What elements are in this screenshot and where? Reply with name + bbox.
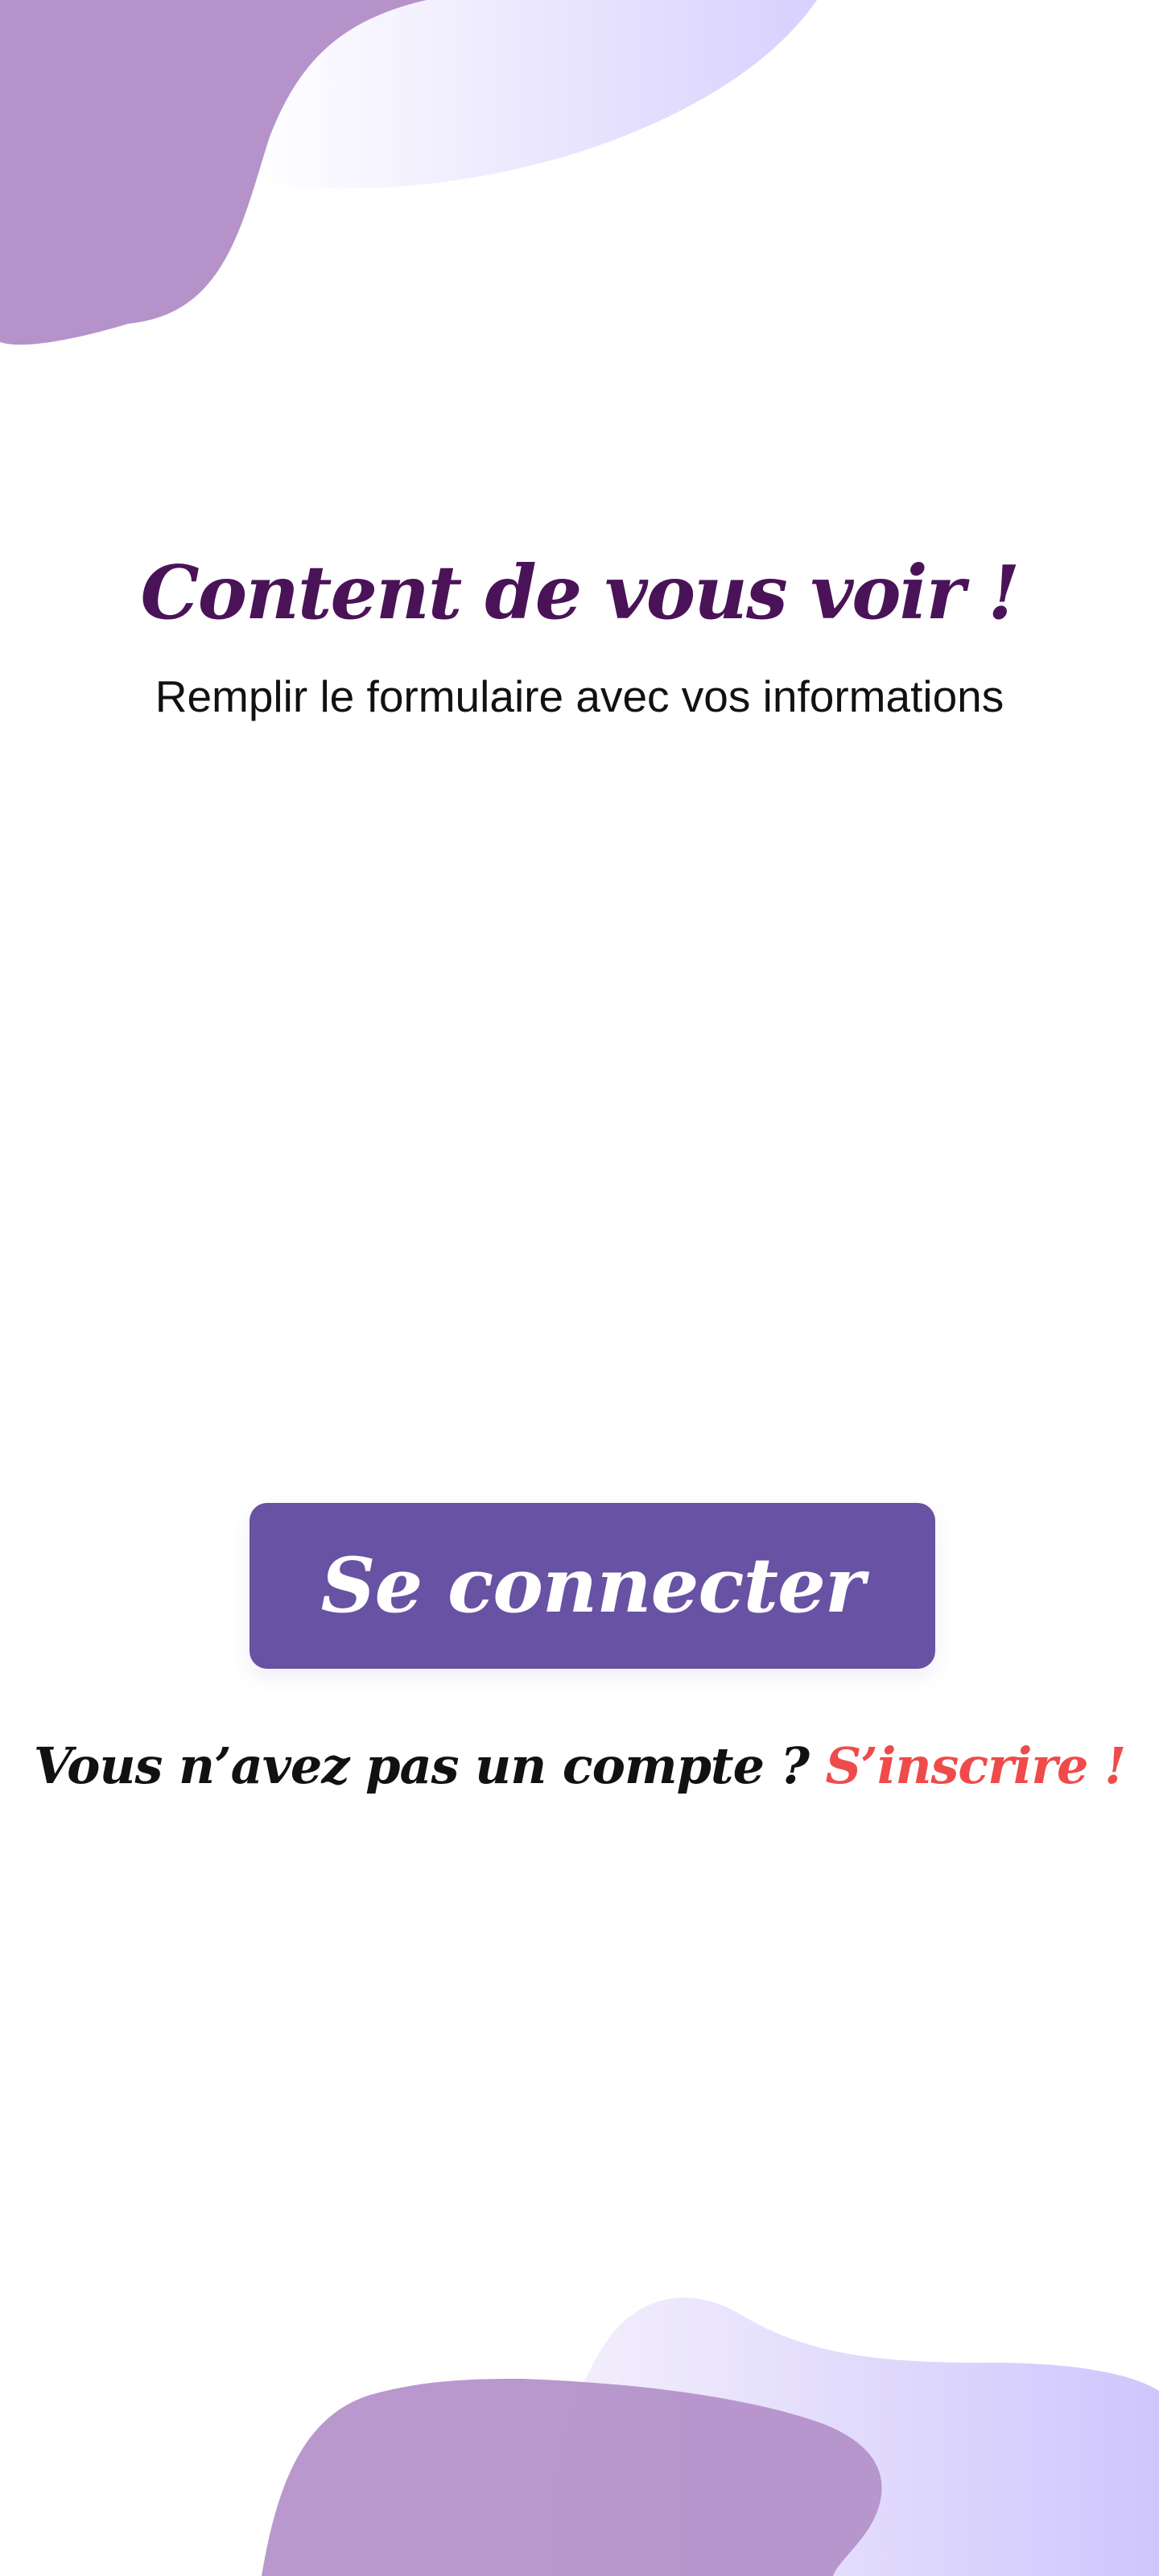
signup-prompt: Vous n’avez pas un compte ? (33, 1736, 826, 1795)
login-screen: Content de vous voir ! Remplir le formul… (0, 0, 1159, 2576)
page-title: Content de vous voir ! (140, 549, 1021, 636)
page-subtitle: Remplir le formulaire avec vos informati… (155, 671, 1004, 721)
login-button[interactable]: Se connecter (250, 1503, 935, 1669)
signup-link[interactable]: S’inscrire ! (826, 1736, 1127, 1795)
signup-row: Vous n’avez pas un compte ? S’inscrire ! (0, 1736, 1159, 1795)
bottom-blob (262, 2297, 1159, 2576)
